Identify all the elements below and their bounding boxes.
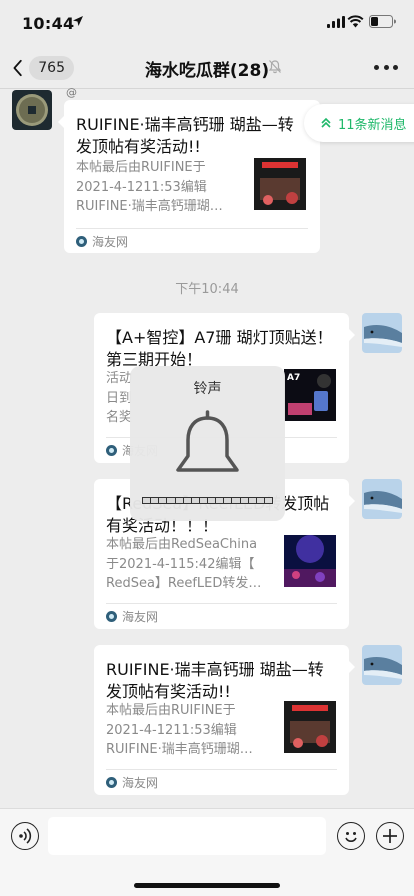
new-messages-button[interactable]: 11条新消息 xyxy=(304,104,414,142)
link-card-message[interactable]: RUIFINE·瑞丰高钙珊 瑚盐—转发顶帖有奖活动!! 本帖最后由RUIFINE… xyxy=(58,100,320,253)
card-source: 海友网 xyxy=(106,774,158,791)
card-divider xyxy=(106,603,337,604)
ringer-volume-hud: 铃声 xyxy=(130,366,285,521)
mute-bell-icon xyxy=(268,60,282,74)
source-logo-icon xyxy=(106,777,117,788)
more-options-button[interactable] xyxy=(374,62,398,72)
card-thumbnail xyxy=(284,701,336,753)
ringer-label: 铃声 xyxy=(193,381,222,397)
chat-header: 765 海水吃瓜群(28) xyxy=(0,46,414,88)
my-avatar-shark[interactable] xyxy=(362,645,402,685)
cellular-signal-icon xyxy=(327,16,345,28)
smiley-icon xyxy=(345,832,357,842)
ringer-volume-bar xyxy=(142,497,273,504)
card-source: 海友网 xyxy=(76,233,128,250)
battery-icon xyxy=(369,15,396,28)
message-timestamp: 下午10:44 xyxy=(175,282,239,297)
card-description: 本帖最后由RUIFINE于 2021-4-1211:53编辑 RUIFINE·瑞… xyxy=(76,160,223,214)
status-bar: 10:44 xyxy=(0,0,414,46)
card-divider xyxy=(76,228,308,229)
plus-icon xyxy=(383,829,397,843)
svg-text:A7: A7 xyxy=(287,373,300,383)
wifi-icon xyxy=(347,15,364,28)
my-avatar-shark[interactable] xyxy=(362,313,402,353)
card-description: 本帖最后由RedSeaChina 于2021-4-115:42编辑【 RedSe… xyxy=(106,537,262,591)
card-source: 海友网 xyxy=(106,608,158,625)
status-time: 10:44 xyxy=(22,14,75,33)
voice-wave-icon xyxy=(19,828,32,844)
card-title: 【A+智控】A7珊 瑚灯顶贴送！第三期开始！ xyxy=(106,328,333,369)
chat-title: 海水吃瓜群(28) xyxy=(144,61,270,81)
card-description: 本帖最后由RUIFINE于 2021-4-1211:53编辑 RUIFINE·瑞… xyxy=(106,703,253,757)
link-card-message[interactable]: RUIFINE·瑞丰高钙珊 瑚盐—转发顶帖有奖活动!! 本帖最后由RUIFINE… xyxy=(94,645,355,795)
message-input[interactable] xyxy=(48,817,326,855)
home-indicator xyxy=(134,883,280,888)
source-logo-icon xyxy=(106,611,117,622)
card-thumbnail xyxy=(284,535,336,587)
bell-icon xyxy=(176,410,239,472)
card-thumbnail: A7 xyxy=(284,369,336,421)
emoji-button[interactable] xyxy=(337,822,365,850)
source-logo-icon xyxy=(76,236,87,247)
card-title: RUIFINE·瑞丰高钙珊 瑚盐—转发顶帖有奖活动!! xyxy=(106,660,324,701)
voice-input-button[interactable] xyxy=(11,822,39,850)
source-logo-icon xyxy=(106,445,117,456)
card-thumbnail xyxy=(254,158,306,210)
my-avatar-shark[interactable] xyxy=(362,479,402,519)
sender-avatar-coin[interactable] xyxy=(12,90,52,130)
card-divider xyxy=(106,769,337,770)
more-actions-button[interactable] xyxy=(376,822,404,850)
header-divider xyxy=(0,88,414,89)
mention-mark: @ xyxy=(66,86,77,99)
double-chevron-up-icon xyxy=(321,117,331,128)
location-arrow-icon xyxy=(73,16,83,26)
card-title: RUIFINE·瑞丰高钙珊 瑚盐—转发顶帖有奖活动!! xyxy=(76,115,294,156)
